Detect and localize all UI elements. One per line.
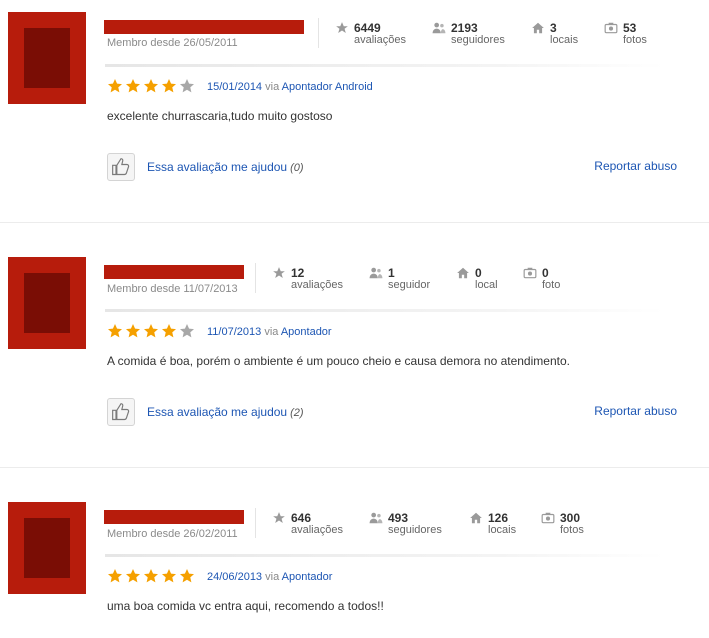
star-icon [126, 569, 140, 583]
member-since: Membro desde 11/07/2013 [107, 283, 238, 295]
home-icon [457, 267, 469, 279]
star-icon [180, 324, 194, 338]
header-divider [105, 554, 665, 557]
review-date[interactable]: 24/06/2013 [207, 571, 262, 583]
stat-value: 0 [542, 266, 549, 280]
star-icon [162, 79, 176, 93]
reviewer-name[interactable] [104, 20, 304, 34]
via-label: via [265, 81, 280, 93]
reviewer-name[interactable] [104, 510, 244, 524]
star-icon [180, 79, 194, 93]
stat-value: 0 [475, 266, 482, 280]
review-text: A comida é boa, porém o ambiente é um po… [107, 354, 570, 368]
stat-value: 493 [388, 511, 409, 525]
stat-label: avaliações [354, 34, 406, 46]
review-divider [0, 467, 709, 468]
stat-value: 126 [488, 511, 509, 525]
avatar-image [24, 518, 70, 578]
separator [255, 263, 256, 293]
followers-icon [369, 512, 383, 524]
review-meta: 11/07/2013 via Apontador [207, 326, 332, 338]
separator [318, 18, 319, 48]
review-meta: 24/06/2013 via Apontador [207, 571, 332, 583]
star-icon [108, 569, 122, 583]
via-label: via [265, 571, 280, 583]
helpful-label: Essa avaliação me ajudou [147, 160, 288, 174]
stat-label: seguidor [388, 279, 431, 291]
avatar-image [24, 28, 70, 88]
star-icon [144, 324, 158, 338]
avatar[interactable] [8, 12, 86, 104]
review-source[interactable]: Apontador [282, 571, 333, 583]
camera-icon [604, 22, 618, 34]
star-icon [162, 324, 176, 338]
header-divider [105, 309, 665, 312]
report-abuse-link[interactable]: Reportar abuso [594, 159, 677, 173]
stat-label: fotos [623, 34, 647, 46]
member-since: Membro desde 26/05/2011 [107, 37, 238, 49]
thumbs-up-icon [112, 158, 130, 176]
review-date[interactable]: 11/07/2013 [207, 326, 261, 338]
stat-label: locais [488, 524, 517, 536]
member-since: Membro desde 26/02/2011 [107, 528, 238, 540]
camera-icon [541, 512, 555, 524]
avatar-image [24, 273, 70, 333]
avatar[interactable] [8, 257, 86, 349]
report-abuse-link[interactable]: Reportar abuso [594, 404, 677, 418]
review-meta: 15/01/2014 via Apontador Android [207, 81, 373, 93]
star-icon [144, 79, 158, 93]
star-icon [126, 79, 140, 93]
helpful-link[interactable]: Essa avaliação me ajudou (2) [147, 405, 304, 419]
thumbs-up-icon [112, 403, 130, 421]
camera-icon [523, 267, 537, 279]
stat-value: 646 [291, 511, 312, 525]
followers-icon [432, 22, 446, 34]
stat-value: 300 [560, 511, 581, 525]
header-divider [105, 64, 665, 67]
followers-icon [369, 267, 383, 279]
review-text: excelente churrascaria,tudo muito gostos… [107, 109, 333, 123]
stat-value: 53 [623, 21, 637, 35]
review-date[interactable]: 15/01/2014 [207, 81, 262, 93]
thumbs-up-button[interactable] [107, 153, 135, 181]
star-icon [336, 22, 348, 33]
reviewer-name[interactable] [104, 265, 244, 279]
home-icon [470, 512, 482, 524]
star-icon [126, 324, 140, 338]
stat-label: avaliações [291, 524, 343, 536]
review-text: uma boa comida vc entra aqui, recomendo … [107, 599, 384, 613]
helpful-count: (0) [290, 162, 304, 174]
star-icon [162, 569, 176, 583]
stat-value: 3 [550, 21, 557, 35]
separator [255, 508, 256, 538]
stat-value: 6449 [354, 21, 381, 35]
stat-label: seguidores [388, 524, 442, 536]
stat-label: seguidores [451, 34, 505, 46]
helpful-link[interactable]: Essa avaliação me ajudou (0) [147, 160, 304, 174]
star-icon [108, 324, 122, 338]
stat-label: local [475, 279, 498, 291]
stat-label: fotos [560, 524, 584, 536]
home-icon [532, 22, 544, 34]
star-icon [108, 79, 122, 93]
via-label: via [264, 326, 279, 338]
review-source[interactable]: Apontador [281, 326, 332, 338]
star-icon [144, 569, 158, 583]
stat-value: 2193 [451, 21, 478, 35]
star-icon [273, 512, 285, 523]
stat-value: 1 [388, 266, 395, 280]
review-source[interactable]: Apontador Android [282, 81, 373, 93]
stat-label: foto [542, 279, 561, 291]
helpful-label: Essa avaliação me ajudou [147, 405, 288, 419]
star-icon [180, 569, 194, 583]
thumbs-up-button[interactable] [107, 398, 135, 426]
review-divider [0, 222, 709, 223]
stat-label: locais [550, 34, 579, 46]
stat-value: 12 [291, 266, 305, 280]
helpful-count: (2) [290, 407, 304, 419]
avatar[interactable] [8, 502, 86, 594]
stat-label: avaliações [291, 279, 343, 291]
star-icon [273, 267, 285, 278]
